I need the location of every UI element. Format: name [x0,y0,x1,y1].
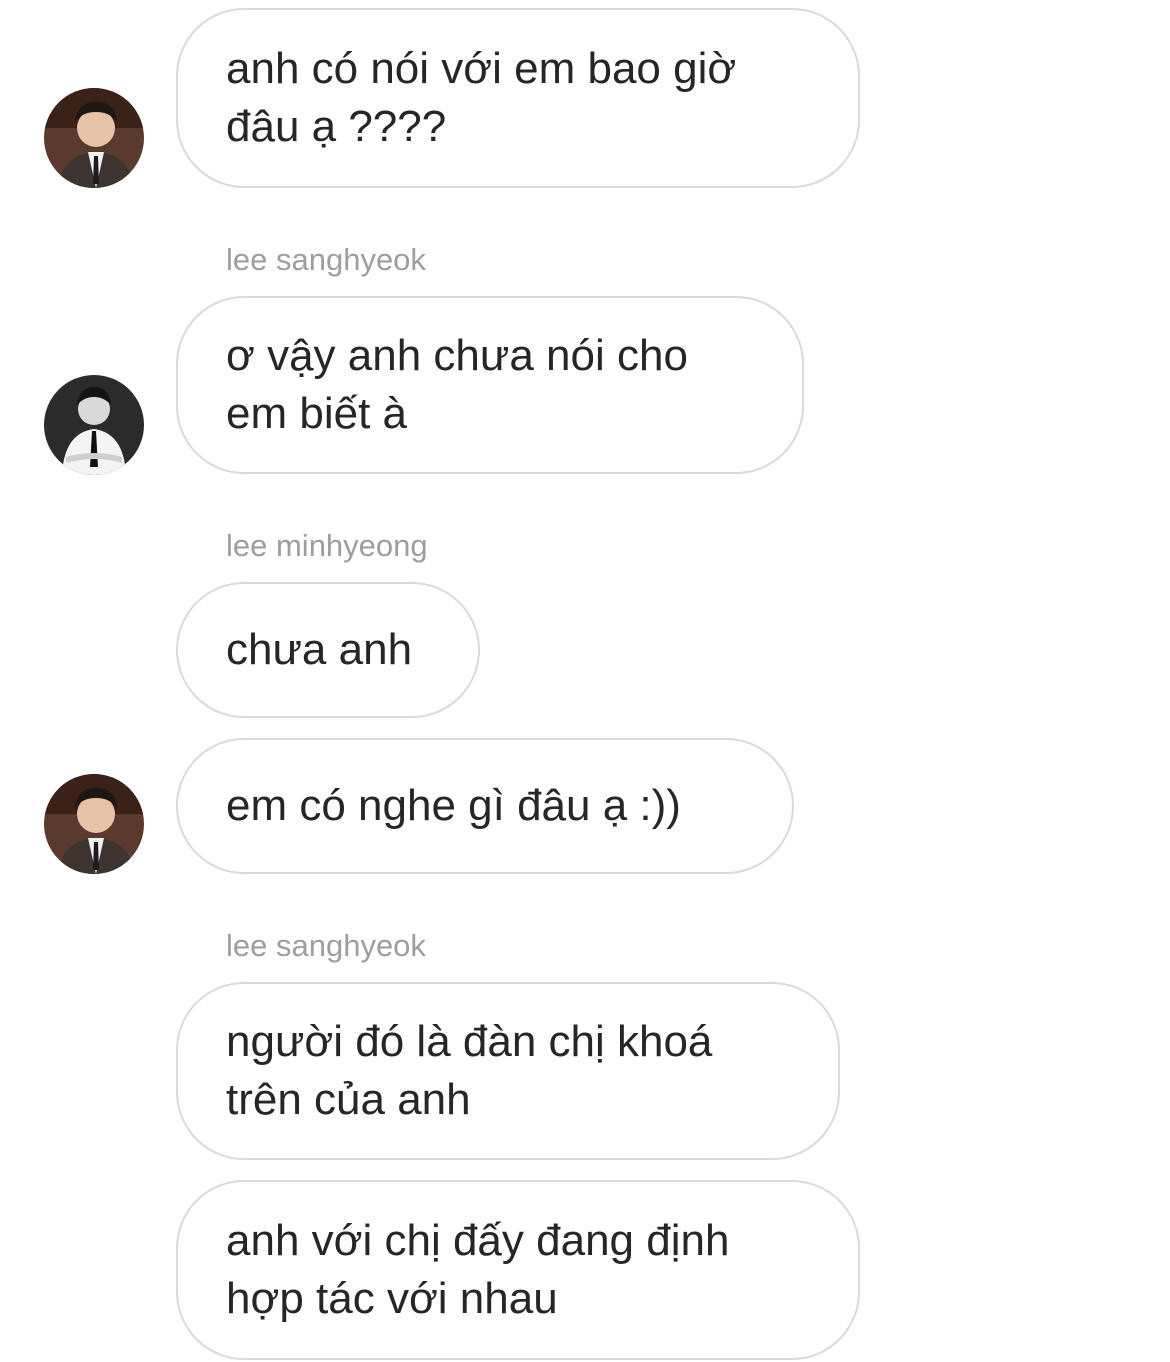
message-text: chưa anh [226,625,413,674]
sender-avatar[interactable] [44,375,144,475]
message-text: anh với chị đấy đang định hợp tác với nh… [226,1216,730,1323]
message-bubble[interactable]: anh có nói với em bao giờ đâu ạ ???? [176,8,860,188]
message-text: ơ vậy anh chưa nói cho em biết à [226,331,688,438]
avatar-suit-photo-icon [44,88,144,188]
message-bubble[interactable]: người đó là đàn chị khoá trên của anh [176,982,840,1160]
sender-name: lee sanghyeok [226,242,426,277]
sender-avatar[interactable] [44,88,144,188]
message-thread: anh có nói với em bao giờ đâu ạ ???? lee… [0,0,1170,1362]
message-bubble[interactable]: em có nghe gì đâu ạ :)) [176,738,794,874]
sender-name: lee sanghyeok [226,928,426,963]
message-text: anh có nói với em bao giờ đâu ạ ???? [226,44,737,151]
message-bubble[interactable]: chưa anh [176,582,480,718]
sender-name: lee minhyeong [226,528,428,563]
avatar-suit-photo-icon [44,774,144,874]
sender-avatar[interactable] [44,774,144,874]
avatar-bw-photo-icon [44,375,144,475]
message-bubble[interactable]: anh với chị đấy đang định hợp tác với nh… [176,1180,860,1360]
message-text: người đó là đàn chị khoá trên của anh [226,1017,713,1124]
message-text: em có nghe gì đâu ạ :)) [226,781,681,830]
message-bubble[interactable]: ơ vậy anh chưa nói cho em biết à [176,296,804,474]
